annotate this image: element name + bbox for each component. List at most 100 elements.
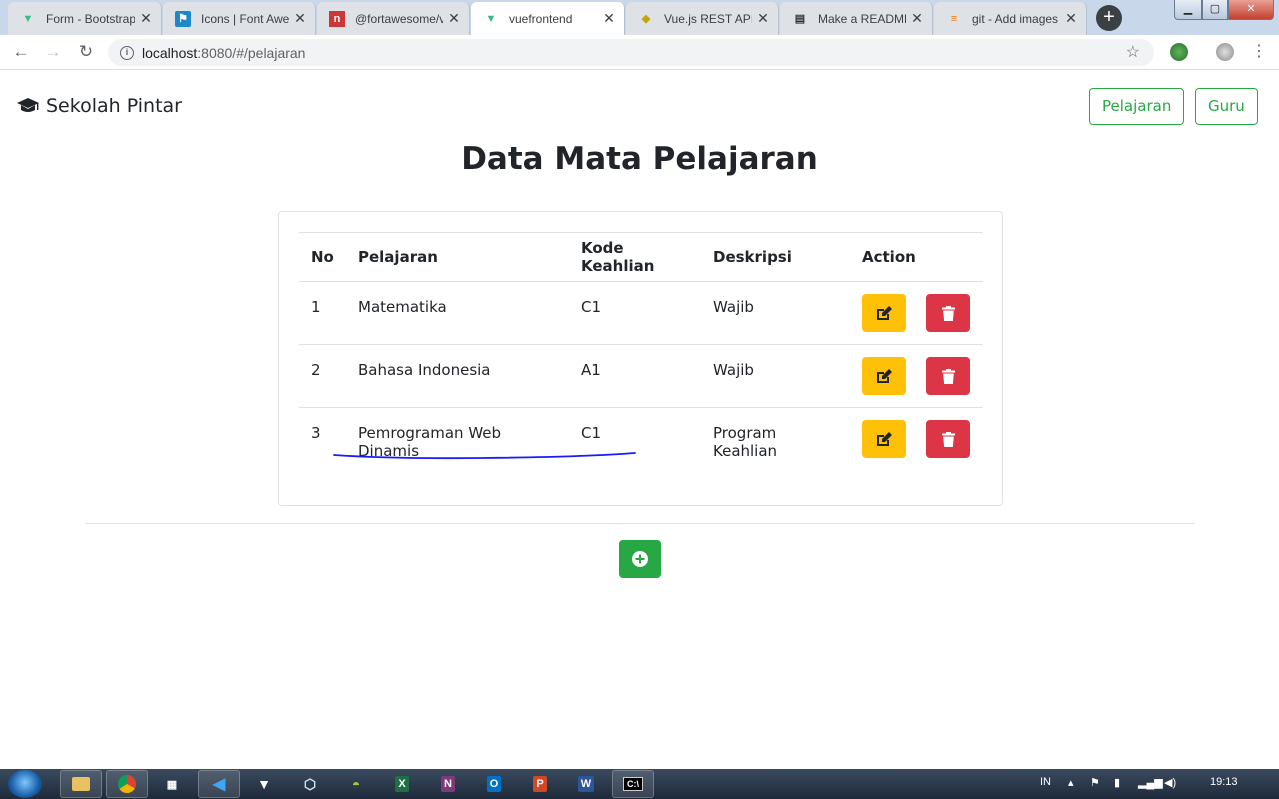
cell-actions (850, 281, 983, 345)
delete-button[interactable] (926, 357, 970, 395)
browser-tab[interactable]: ▼ Form - Bootstrap ✕ (8, 2, 162, 35)
nav-pelajaran-button[interactable]: Pelajaran (1089, 88, 1185, 125)
profile-avatar[interactable] (1216, 43, 1234, 61)
address-bar[interactable]: i localhost:8080/#/pelajaran ☆ (108, 39, 1154, 66)
vscode-icon[interactable]: ◀ (198, 770, 240, 798)
close-icon[interactable]: ✕ (293, 10, 307, 27)
cell-no: 2 (299, 344, 346, 408)
edit-button[interactable] (862, 357, 906, 395)
delete-button[interactable] (926, 420, 970, 458)
cell-deskripsi: Program Keahlian (713, 424, 778, 460)
start-button[interactable] (8, 770, 42, 798)
column-header: Kode Keahlian (569, 232, 701, 282)
tab-title: @fortawesome/v (355, 11, 443, 26)
edit-icon (876, 368, 892, 383)
language-indicator[interactable]: IN (1040, 776, 1051, 788)
edit-button[interactable] (862, 294, 906, 332)
tab-title: Vue.js REST API C (664, 11, 752, 26)
trash-icon (941, 368, 955, 384)
close-icon[interactable]: ✕ (756, 10, 770, 27)
forward-arrow-icon[interactable]: → (42, 41, 64, 63)
cell-no: 3 (311, 424, 321, 442)
subjects-table: No Pelajaran Kode Keahlian Deskripsi Act… (299, 232, 983, 471)
close-icon[interactable]: ✕ (602, 10, 616, 27)
word-icon[interactable]: W (566, 770, 606, 798)
window-close-button[interactable]: ✕ (1228, 0, 1274, 20)
column-header: No (299, 232, 346, 282)
divider (85, 523, 1195, 524)
brand-label: Sekolah Pintar (46, 95, 182, 117)
cell-kode: C1 (569, 281, 701, 345)
plus-circle-icon (632, 551, 648, 567)
browser-tab[interactable]: ⚑ Icons | Font Awe ✕ (163, 2, 316, 35)
cell-no: 1 (299, 281, 346, 345)
clock[interactable]: 19:13 (1210, 776, 1238, 788)
cell-deskripsi: Wajib (701, 281, 850, 345)
browser-toolbar: ← → ↻ i localhost:8080/#/pelajaran ☆ ⋮ (0, 35, 1279, 70)
delete-button[interactable] (926, 294, 970, 332)
navbar-brand[interactable]: Sekolah Pintar (16, 95, 182, 117)
table-row: 1 Matematika C1 Wajib (299, 281, 983, 345)
back-arrow-icon[interactable]: ← (10, 41, 32, 63)
vue-icon[interactable]: ▼ (244, 770, 284, 798)
add-subject-button[interactable] (619, 540, 661, 578)
close-icon[interactable]: ✕ (910, 10, 924, 27)
action-center-icon[interactable]: ⚑ (1090, 776, 1100, 789)
browser-tab[interactable]: ≡ git - Add images ✕ (934, 2, 1087, 35)
browser-tab-active[interactable]: ▼ vuefrontend ✕ (471, 2, 625, 35)
chrome-icon[interactable] (106, 770, 148, 798)
cell-actions (850, 344, 983, 408)
windows-taskbar: ▦ ◀ ▼ ⬡ ◓ X N O P W C:\ IN ▴ ⚑ ▮ ▂▄▆ ◀) … (0, 769, 1279, 799)
maximize-button[interactable]: ▢ (1202, 0, 1228, 20)
stackoverflow-icon: ≡ (950, 12, 958, 25)
excel-icon[interactable]: X (382, 770, 422, 798)
clapper-icon[interactable]: ▦ (152, 770, 192, 798)
column-header: Action (850, 232, 983, 282)
table-row: 3 Pemrograman Web Dinamis C1 Program Kea… (299, 408, 983, 471)
box-icon[interactable]: ⬡ (290, 770, 330, 798)
nav-guru-button[interactable]: Guru (1195, 88, 1258, 125)
powerpoint-icon[interactable]: P (520, 770, 560, 798)
cell-deskripsi: Wajib (701, 344, 850, 408)
page-title: Data Mata Pelajaran (461, 141, 818, 177)
browser-tab[interactable]: ◆ Vue.js REST API C ✕ (626, 2, 779, 35)
show-hidden-icons[interactable]: ▴ (1068, 776, 1074, 789)
trash-icon (941, 305, 955, 321)
cell-pelajaran: Pemrograman Web Dinamis (358, 424, 502, 460)
table-row: 2 Bahasa Indonesia A1 Wajib (299, 344, 983, 408)
npm-icon: n (329, 10, 345, 27)
outlook-icon[interactable]: O (474, 770, 514, 798)
url-host: localhost (142, 44, 198, 61)
browser-tab[interactable]: ▤ Make a README ✕ (780, 2, 933, 35)
cmd-icon[interactable]: C:\ (612, 770, 654, 798)
graduation-cap-icon (17, 98, 39, 112)
explorer-icon[interactable] (60, 770, 102, 798)
extension-icon[interactable] (1170, 43, 1188, 61)
info-icon[interactable]: i (120, 45, 134, 60)
network-icon[interactable]: ▂▄▆ (1138, 776, 1163, 789)
bookmark-star-icon[interactable]: ☆ (1126, 42, 1140, 62)
browser-tab-strip: ▼ Form - Bootstrap ✕ ⚑ Icons | Font Awe … (0, 0, 1279, 35)
url-path: :8080/#/pelajaran (197, 44, 306, 61)
reload-icon[interactable]: ↻ (75, 41, 97, 63)
tab-title: Make a README (818, 11, 906, 26)
python-icon: ◆ (641, 13, 651, 25)
vue-icon: ▼ (22, 12, 34, 25)
column-header: Deskripsi (701, 232, 850, 282)
cell-pelajaran: Bahasa Indonesia (346, 344, 569, 408)
menu-kebab-icon[interactable]: ⋮ (1248, 41, 1270, 63)
close-icon[interactable]: ✕ (1064, 10, 1078, 27)
minimize-button[interactable]: ▁ (1174, 0, 1202, 20)
tab-title: vuefrontend (509, 11, 573, 26)
close-icon[interactable]: ✕ (447, 10, 461, 27)
onenote-icon[interactable]: N (428, 770, 468, 798)
window-controls: ▁ ▢ ✕ (1174, 0, 1274, 20)
power-icon[interactable]: ▮ (1114, 776, 1120, 789)
close-icon[interactable]: ✕ (139, 10, 153, 27)
browser-tab[interactable]: n @fortawesome/v ✕ (317, 2, 470, 35)
android-icon[interactable]: ◓ (336, 770, 376, 798)
volume-icon[interactable]: ◀) (1164, 776, 1176, 789)
document-icon: ▤ (794, 13, 806, 25)
edit-button[interactable] (862, 420, 906, 458)
new-tab-button[interactable]: + (1096, 5, 1122, 31)
